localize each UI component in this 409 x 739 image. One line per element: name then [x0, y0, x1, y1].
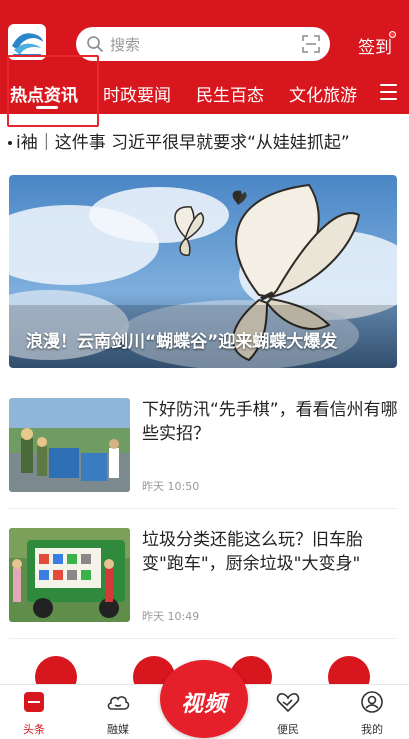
tab-livelihood[interactable]: 民生百态	[196, 81, 264, 106]
banner-title: 浪漫！云南剑川“蝴蝶谷”迎来蝴蝶大爆发	[26, 332, 338, 352]
news-thumbnail	[9, 398, 130, 492]
news-time: 昨天 10:49	[142, 610, 200, 623]
news-title: 下好防汛“先手棋”，看看信州有哪些实招？	[142, 400, 398, 444]
divider	[9, 508, 397, 509]
nav-label: 便民	[277, 723, 299, 736]
featured-banner[interactable]: 浪漫！云南剑川“蝴蝶谷”迎来蝴蝶大爆发	[9, 175, 397, 368]
focus-highlight	[7, 55, 99, 127]
user-icon	[361, 691, 383, 713]
headline-icon	[24, 692, 44, 712]
video-label: 视频	[180, 692, 227, 717]
notification-dot	[389, 31, 396, 38]
carousel-dots	[187, 358, 227, 362]
nav-label: 我的	[361, 723, 383, 736]
news-thumbnail	[9, 528, 130, 622]
nav-services[interactable]: 便民	[258, 685, 318, 739]
news-title: 垃圾分类还能这么玩？旧车胎变"跑车"，厨余垃圾"大变身"	[142, 530, 363, 574]
news-item[interactable]: 垃圾分类还能这么玩？旧车胎变"跑车"，厨余垃圾"大变身" 昨天 10:49	[9, 528, 397, 623]
tab-culture-travel[interactable]: 文化旅游	[289, 81, 357, 106]
nav-label: 头条	[23, 723, 45, 736]
checkin-button[interactable]: 签到	[358, 33, 392, 58]
bullet-dot	[8, 141, 12, 145]
divider	[9, 638, 397, 639]
cloud-icon	[107, 696, 130, 710]
nav-profile[interactable]: 我的	[342, 685, 402, 739]
nav-label: 融媒	[107, 723, 129, 736]
tab-politics[interactable]: 时政要闻	[103, 81, 171, 106]
ticker-text: i袖｜这件事 习近平很早就要求“从娃娃抓起”	[16, 133, 350, 153]
nav-media[interactable]: 融媒	[88, 685, 148, 739]
news-item[interactable]: 下好防汛“先手棋”，看看信州有哪些实招？ 昨天 10:50	[9, 398, 398, 493]
search-bar[interactable]: 搜索	[76, 27, 330, 61]
search-icon	[87, 36, 103, 52]
headline-ticker[interactable]: i袖｜这件事 习近平很早就要求“从娃娃抓起”	[8, 128, 403, 153]
scan-icon[interactable]	[302, 35, 320, 53]
heart-hand-icon	[276, 693, 300, 713]
video-button[interactable]: 视频	[160, 660, 248, 738]
news-time: 昨天 10:50	[142, 480, 200, 493]
menu-icon[interactable]	[380, 84, 397, 100]
nav-headline[interactable]: 头条	[4, 685, 64, 739]
search-placeholder: 搜索	[110, 36, 141, 54]
